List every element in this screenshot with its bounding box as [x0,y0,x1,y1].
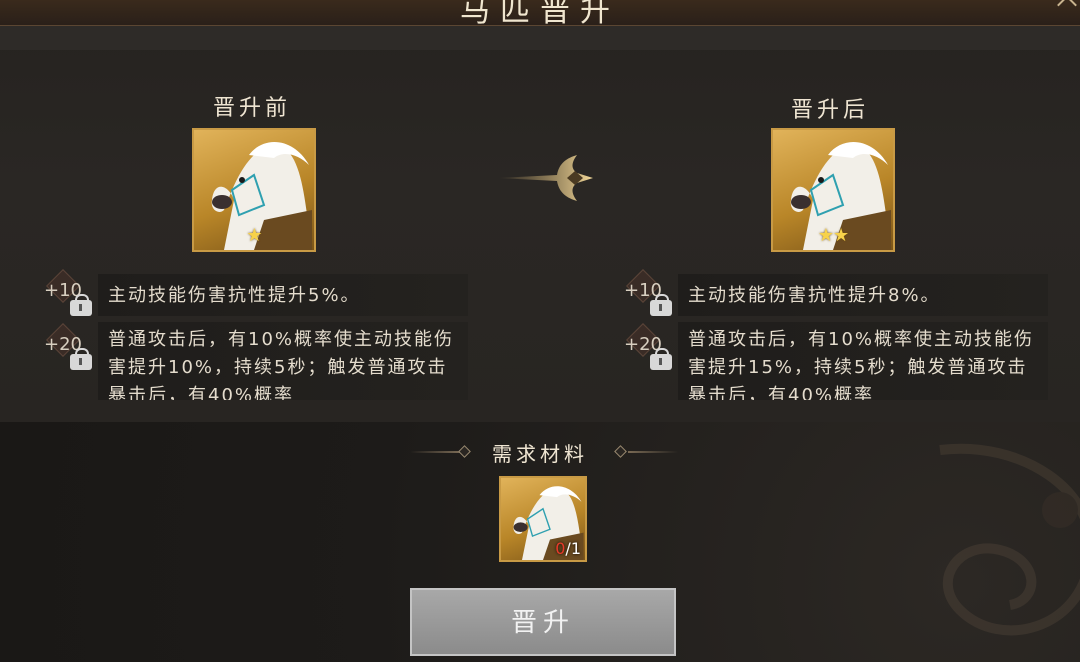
level-badge: +20 [40,323,92,370]
skill-description: 普通攻击后，有10%概率使主动技能伤害提升10%，持续5秒；触发普通攻击暴击后，… [98,322,468,400]
lock-icon [70,348,92,370]
level-badge: +10 [620,269,672,316]
lock-icon [650,294,672,316]
after-title: 晋升后 [790,98,869,123]
star-rating: ★★ [817,225,849,246]
arrow-right-icon [497,155,593,201]
before-title: 晋升前 [212,96,291,121]
lock-icon [650,348,672,370]
material-have: 0 [555,539,566,558]
panel-strip [0,26,1080,50]
divider [628,451,678,453]
lock-icon [70,294,92,316]
level-badge: +10 [40,269,92,316]
material-need: /1 [565,539,581,558]
skill-description: 主动技能伤害抗性提升8%。 [678,274,1048,316]
requirements-title: 需求材料 [492,442,588,466]
top-banner: 马匹晋升 [0,0,1080,29]
material-count: 0/1 [555,539,581,558]
star-rating: ★ [246,225,262,246]
promote-button[interactable]: 晋升 [410,588,676,656]
skill-description: 主动技能伤害抗性提升5%。 [98,274,468,316]
material-card[interactable]: 0/1 [499,476,587,562]
level-badge: +20 [620,323,672,370]
skill-description: 普通攻击后，有10%概率使主动技能伤害提升15%，持续5秒；触发普通攻击暴击后，… [678,322,1048,400]
horse-card-after[interactable]: ★★ [771,128,895,252]
horse-card-before[interactable]: ★ [192,128,316,252]
